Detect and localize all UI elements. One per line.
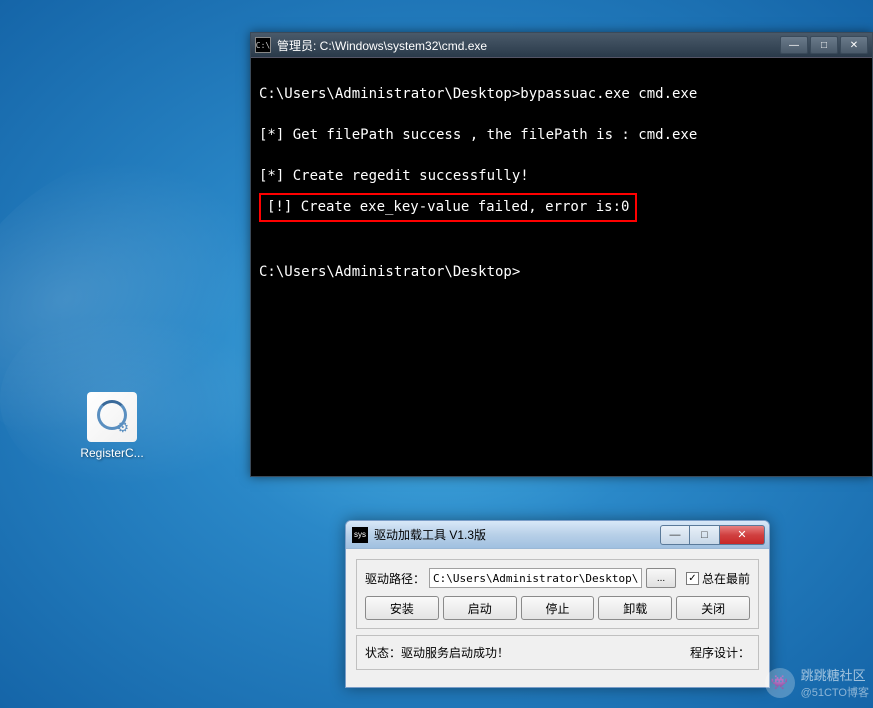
- highlighted-error-box: [!] Create exe_key-value failed, error i…: [259, 193, 637, 222]
- cmd-window: C:\ 管理员: C:\Windows\system32\cmd.exe — □…: [250, 32, 873, 477]
- driver-path-row: 驱动路径： ... ✓ 总在最前: [365, 568, 750, 588]
- watermark-text: 跳跳糖社区: [801, 665, 869, 684]
- program-design-label: 程序设计：: [690, 644, 750, 661]
- registry-icon: [87, 392, 137, 442]
- checkbox-label: 总在最前: [702, 570, 750, 587]
- install-button[interactable]: 安装: [365, 596, 439, 620]
- checkbox-icon: ✓: [686, 572, 699, 585]
- close-button[interactable]: ✕: [840, 36, 868, 54]
- close-button[interactable]: 关闭: [676, 596, 750, 620]
- cmd-line: C:\Users\Administrator\Desktop>bypassuac…: [259, 84, 864, 105]
- start-button[interactable]: 启动: [443, 596, 517, 620]
- cmd-prompt: C:\Users\Administrator\Desktop>: [259, 262, 864, 283]
- driver-titlebar[interactable]: sys 驱动加载工具 V1.3版 — □ ✕: [346, 521, 769, 549]
- window-controls: — □ ✕: [660, 525, 765, 545]
- driver-tool-window: sys 驱动加载工具 V1.3版 — □ ✕ 驱动路径： ... ✓ 总在最前 …: [345, 520, 770, 688]
- desktop-icon-label: RegisterC...: [80, 446, 143, 460]
- driver-main-group: 驱动路径： ... ✓ 总在最前 安装 启动 停止 卸载 关闭: [356, 559, 759, 629]
- status-text: 状态：驱动服务启动成功！: [365, 644, 509, 661]
- status-row: 状态：驱动服务启动成功！ 程序设计：: [356, 635, 759, 670]
- cmd-title: 管理员: C:\Windows\system32\cmd.exe: [277, 37, 780, 54]
- watermark: 👾 跳跳糖社区 @51CTO博客: [765, 665, 869, 700]
- path-label: 驱动路径：: [365, 570, 425, 587]
- stop-button[interactable]: 停止: [521, 596, 595, 620]
- maximize-button[interactable]: □: [810, 36, 838, 54]
- status-value: 驱动服务启动成功！: [401, 646, 509, 660]
- status-label: 状态：: [365, 646, 401, 660]
- minimize-button[interactable]: —: [780, 36, 808, 54]
- cmd-line: [*] Create regedit successfully!: [259, 166, 864, 187]
- driver-button-row: 安装 启动 停止 卸载 关闭: [365, 596, 750, 620]
- window-controls: — □ ✕: [780, 36, 868, 54]
- cmd-line-error: [!] Create exe_key-value failed, error i…: [267, 197, 629, 218]
- close-button[interactable]: ✕: [720, 525, 765, 545]
- watermark-icon: 👾: [765, 668, 795, 698]
- cmd-content[interactable]: C:\Users\Administrator\Desktop>bypassuac…: [251, 58, 872, 476]
- maximize-button[interactable]: □: [690, 525, 720, 545]
- sys-icon: sys: [352, 527, 368, 543]
- driver-path-input[interactable]: [429, 568, 642, 588]
- minimize-button[interactable]: —: [660, 525, 690, 545]
- always-on-top-checkbox[interactable]: ✓ 总在最前: [686, 570, 750, 587]
- desktop-icon-registerc[interactable]: RegisterC...: [72, 392, 152, 460]
- watermark-subtext: @51CTO博客: [801, 684, 869, 700]
- browse-button[interactable]: ...: [646, 568, 676, 588]
- uninstall-button[interactable]: 卸载: [598, 596, 672, 620]
- cmd-icon: C:\: [255, 37, 271, 53]
- driver-title: 驱动加载工具 V1.3版: [374, 526, 660, 543]
- cmd-line: [*] Get filePath success , the filePath …: [259, 125, 864, 146]
- cmd-titlebar[interactable]: C:\ 管理员: C:\Windows\system32\cmd.exe — □…: [251, 33, 872, 58]
- driver-content: 驱动路径： ... ✓ 总在最前 安装 启动 停止 卸载 关闭 状态：驱动服务启…: [346, 549, 769, 680]
